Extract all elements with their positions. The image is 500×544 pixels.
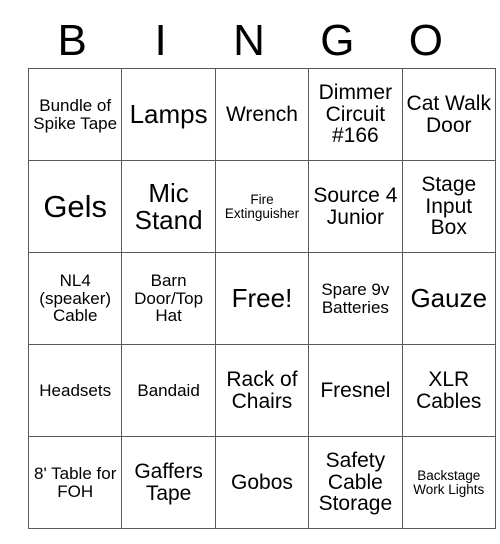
bingo-cell-label: Bandaid (137, 380, 200, 400)
bingo-cell-r3-c0[interactable]: Headsets (27, 344, 123, 437)
bingo-cell-label: Stage Input Box (421, 173, 477, 240)
bingo-cell-r1-c1[interactable]: Mic Stand (121, 160, 216, 253)
bingo-cell-label: Source 4 Junior (313, 183, 398, 229)
bingo-header-letter-b: B (57, 16, 87, 65)
bingo-row: NL4 (speaker) Cable Barn Door/Top Hat Free… (27, 252, 496, 345)
bingo-cell-r1-c2[interactable]: Fire Extinguisher (214, 160, 310, 253)
bingo-cell-r4-c2[interactable]: Gobos (214, 436, 310, 529)
bingo-cell-r3-c1[interactable]: Bandaid (121, 344, 216, 437)
bingo-cell-r1-c0[interactable]: Gels (27, 160, 123, 253)
bingo-row: Bundle of Spike Tape Lamps Wrench Dimmer Ci… (27, 68, 496, 161)
bingo-cell-r3-c4[interactable]: XLR Cables (401, 344, 496, 437)
bingo-cell-label: Fire Extinguisher (224, 191, 300, 221)
bingo-header-letter-g: G (320, 16, 355, 65)
bingo-cell-label: Dimmer Circuit #166 (318, 81, 393, 148)
bingo-cell-label: XLR Cables (416, 367, 482, 413)
bingo-cell-label: Lamps (129, 99, 208, 130)
bingo-card: B I N G O Bundle of Spike Tape Lamps Wrench Dim… (27, 14, 496, 529)
bingo-cell-r0-c3[interactable]: Dimmer Circuit #166 (308, 68, 403, 161)
bingo-header-letter-i: I (154, 16, 167, 65)
bingo-cell-r0-c0[interactable]: Bundle of Spike Tape (27, 68, 123, 161)
bingo-cell-label: Rack of Chairs (226, 367, 298, 413)
bingo-row: Gels Mic Stand Fire Extinguisher Source 4 J… (27, 160, 496, 253)
bingo-cell-r2-c0[interactable]: NL4 (speaker) Cable (27, 252, 123, 345)
bingo-row: 8' Table for FOH Gaffers Tape Gobos Safety … (27, 436, 496, 529)
bingo-cell-label: Backstage Work Lights (413, 467, 485, 497)
bingo-cell-label: Headsets (39, 380, 112, 400)
bingo-cell-r0-c4[interactable]: Cat Walk Door (401, 68, 496, 161)
bingo-cell-label: Bundle of Spike Tape (33, 96, 118, 133)
bingo-cell-label: Barn Door/Top Hat (134, 271, 204, 326)
bingo-cell-r0-c1[interactable]: Lamps (121, 68, 216, 161)
bingo-cell-r3-c3[interactable]: Fresnel (308, 344, 403, 437)
bingo-cell-r0-c2[interactable]: Wrench (214, 68, 310, 161)
bingo-header: BINGO (28, 14, 470, 68)
bingo-cell-label: NL4 (speaker) Cable (39, 271, 112, 326)
bingo-cell-r4-c4[interactable]: Backstage Work Lights (401, 436, 496, 529)
bingo-cell-label: Gobos (231, 470, 293, 494)
bingo-cell-free-space[interactable]: Free! (214, 252, 310, 345)
bingo-header-letter-n: N (233, 16, 265, 65)
bingo-cell-r1-c3[interactable]: Source 4 Junior (308, 160, 403, 253)
bingo-cell-r4-c0[interactable]: 8' Table for FOH (27, 436, 123, 529)
bingo-cell-label: Free! (231, 283, 293, 314)
bingo-cell-r3-c2[interactable]: Rack of Chairs (214, 344, 310, 437)
bingo-cell-r2-c3[interactable]: Spare 9v Batteries (308, 252, 403, 345)
bingo-cell-label: 8' Table for FOH (34, 464, 117, 501)
bingo-cell-label: Gels (43, 188, 108, 224)
bingo-header-letter-o: O (408, 16, 443, 65)
bingo-cell-label: Gauze (410, 283, 488, 314)
bingo-cell-r2-c4[interactable]: Gauze (401, 252, 496, 345)
bingo-cell-r4-c3[interactable]: Safety Cable Storage (308, 436, 403, 529)
bingo-grid-body: Bundle of Spike Tape Lamps Wrench Dimmer Ci… (27, 68, 496, 529)
bingo-cell-label: Cat Walk Door (406, 91, 491, 137)
bingo-cell-label: Safety Cable Storage (318, 449, 393, 516)
bingo-cell-r1-c4[interactable]: Stage Input Box (401, 160, 496, 253)
bingo-cell-label: Spare 9v Batteries (321, 280, 390, 317)
bingo-cell-label: Fresnel (320, 378, 391, 402)
bingo-cell-r2-c1[interactable]: Barn Door/Top Hat (121, 252, 216, 345)
bingo-cell-label: Mic Stand (134, 177, 203, 235)
bingo-cell-label: Gaffers Tape (134, 459, 203, 505)
bingo-cell-label: Wrench (225, 102, 298, 126)
bingo-grid: Bundle of Spike Tape Lamps Wrench Dimmer Ci… (27, 68, 496, 529)
bingo-row: Headsets Bandaid Rack of Chairs Fresnel XLR … (27, 344, 496, 437)
bingo-cell-r4-c1[interactable]: Gaffers Tape (121, 436, 216, 529)
